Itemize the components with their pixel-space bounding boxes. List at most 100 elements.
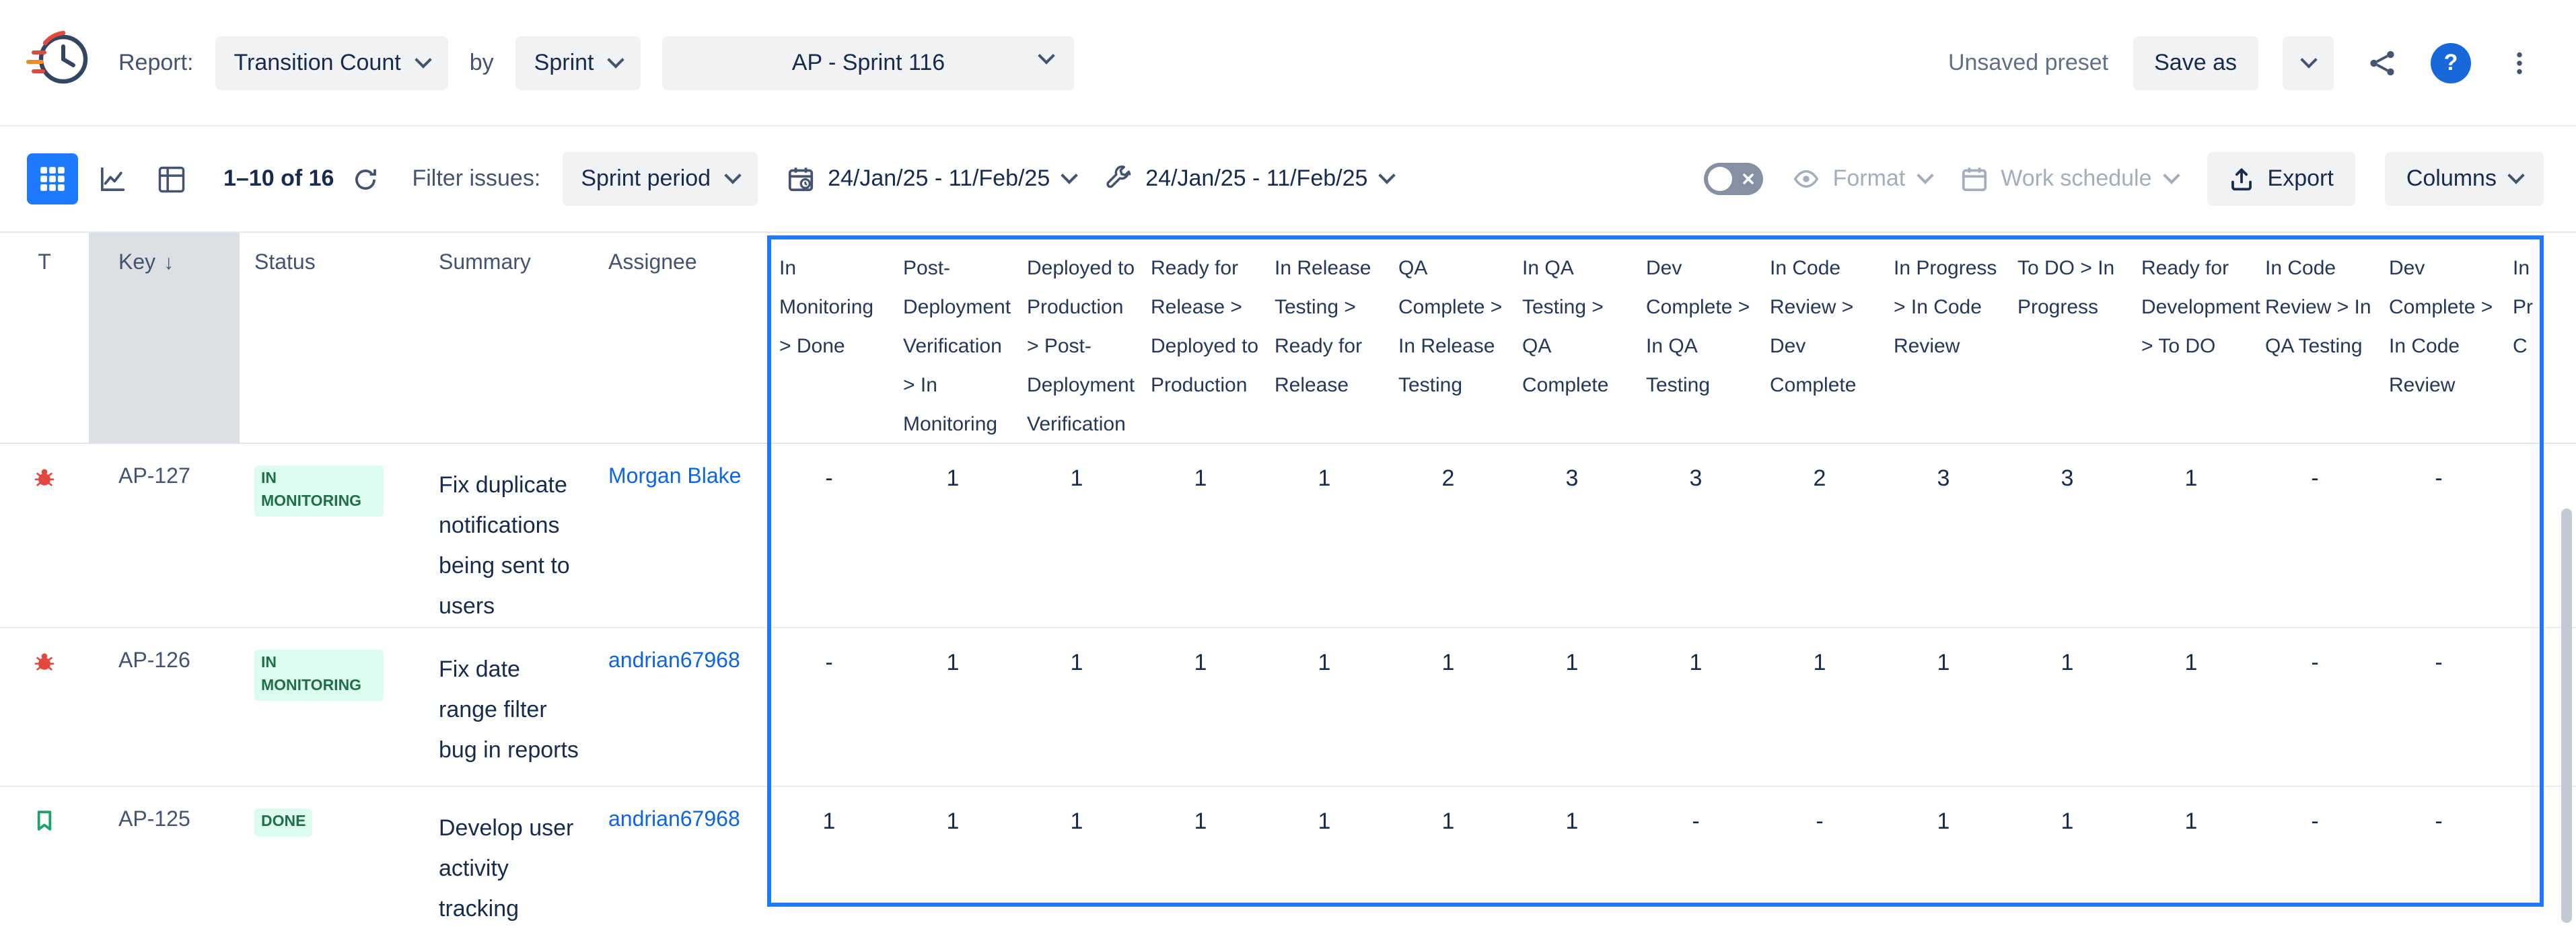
help-button[interactable]: ? [2431, 42, 2471, 83]
transition-column-header[interactable]: Dev Complete > In QA Testing [1634, 233, 1758, 443]
report-label: Report: [118, 49, 194, 76]
column-header-type[interactable]: T [0, 233, 89, 443]
transition-column-header[interactable]: To DO > In Progress [2005, 233, 2129, 443]
sprint-dates-dropdown[interactable]: 24/Jan/25 - 11/Feb/25 [787, 165, 1075, 192]
columns-button[interactable]: Columns [2385, 152, 2544, 206]
story-bookmark-icon [32, 809, 57, 833]
transition-column-header[interactable]: In Code Review > In QA Testing [2253, 233, 2377, 443]
column-header-key[interactable]: Key ↓ [89, 233, 240, 443]
chevron-down-icon [2163, 167, 2180, 184]
transition-column-header[interactable]: QA Complete > In Release Testing [1386, 233, 1510, 443]
transition-count-cell: 1 [1139, 628, 1262, 677]
column-header-assignee[interactable]: Assignee [600, 233, 767, 443]
format-dropdown[interactable]: Format [1793, 165, 1931, 192]
grid-icon [39, 165, 66, 192]
table-view-button[interactable] [27, 153, 78, 204]
transition-count-cell: 1 [2005, 787, 2129, 835]
sort-descending-icon: ↓ [164, 252, 174, 274]
column-header-status[interactable]: Status [240, 233, 439, 443]
chevron-down-icon [1038, 46, 1055, 63]
transition-count-cell: - [767, 444, 891, 492]
pivot-table-icon [157, 165, 185, 193]
filter-issues-label: Filter issues: [412, 165, 540, 192]
status-badge: DONE [254, 809, 312, 837]
export-button[interactable]: Export [2207, 152, 2355, 206]
format-label: Format [1833, 165, 1906, 192]
issue-summary: Fix duplicate notifications being sent t… [439, 444, 600, 627]
group-by-value: Sprint [534, 49, 594, 76]
transition-count-cell: 1 [1139, 787, 1262, 835]
color-toggle[interactable] [1704, 163, 1763, 195]
report-type-value: Transition Count [234, 49, 401, 76]
transition-count-cell: 1 [1262, 787, 1386, 835]
assignee-link[interactable]: Morgan Blake [600, 444, 767, 490]
transition-count-cell: 1 [1882, 628, 2005, 677]
transition-column-header-clipped[interactable]: In Pr C [2501, 233, 2544, 443]
save-as-menu-button[interactable] [2283, 36, 2334, 89]
transition-count-cell: 2 [1758, 444, 1882, 492]
transition-column-header[interactable]: Ready for Release > Deployed to Producti… [1139, 233, 1262, 443]
assignee-link[interactable]: andrian67968 [600, 787, 767, 833]
bug-icon [32, 465, 57, 490]
transition-column-header[interactable]: In QA Testing > QA Complete [1510, 233, 1634, 443]
period-dropdown[interactable]: Sprint period [562, 152, 758, 206]
transition-count-cell: 1 [1386, 787, 1510, 835]
line-chart-icon [98, 165, 126, 193]
transition-column-header[interactable]: Deployed to Production > Post-Deployment… [1015, 233, 1139, 443]
report-type-dropdown[interactable]: Transition Count [215, 36, 448, 89]
save-as-label: Save as [2154, 49, 2237, 76]
transition-count-cell: 1 [1386, 628, 1510, 677]
share-button[interactable] [2358, 38, 2406, 87]
transition-count-cell: 1 [2129, 628, 2253, 677]
transition-column-header[interactable]: In Release Testing > Ready for Release [1262, 233, 1386, 443]
refresh-button[interactable] [347, 161, 382, 196]
toolbar: 1–10 of 16 Filter issues: Sprint period … [0, 126, 2576, 231]
question-mark-icon: ? [2444, 49, 2458, 76]
work-dates-value: 24/Jan/25 - 11/Feb/25 [1145, 165, 1367, 192]
chevron-down-icon [1917, 167, 1933, 184]
save-as-button[interactable]: Save as [2133, 36, 2258, 89]
chart-view-button[interactable] [86, 153, 137, 204]
column-header-summary[interactable]: Summary [439, 233, 600, 443]
pagination-info: 1–10 of 16 [223, 165, 334, 192]
transition-column-header[interactable]: Post-Deployment Verification > In Monito… [891, 233, 1015, 443]
transition-count-cell: - [1634, 787, 1758, 835]
table-row: AP-127 IN MONITORING Fix duplicate notific… [0, 444, 2576, 628]
status-badge: IN MONITORING [254, 465, 384, 517]
pivot-view-button[interactable] [145, 153, 196, 204]
table-body: AP-127 IN MONITORING Fix duplicate notific… [0, 444, 2576, 939]
transition-count-cell: 1 [1882, 787, 2005, 835]
issue-key[interactable]: AP-126 [89, 628, 240, 674]
report-table: T Key ↓ Status Summary Assignee In Monit… [0, 231, 2576, 939]
transition-column-header[interactable]: In Code Review > Dev Complete [1758, 233, 1882, 443]
transition-column-header[interactable]: In Progress > In Code Review [1882, 233, 2005, 443]
transition-count-cell: - [2253, 628, 2377, 677]
transition-column-header[interactable]: Dev Complete > In Code Review [2377, 233, 2501, 443]
transition-count-cell: - [2253, 444, 2377, 492]
kebab-menu-icon [2506, 49, 2533, 76]
transition-column-header[interactable]: Ready for Development > To DO [2129, 233, 2253, 443]
transition-count-cell: 1 [1015, 444, 1139, 492]
chevron-down-icon [1061, 167, 1078, 184]
transition-count-cell: 1 [1015, 628, 1139, 677]
issue-type-cell [0, 628, 89, 674]
toggle-off-x-icon [1742, 172, 1755, 186]
export-icon [2229, 166, 2254, 192]
group-by-dropdown[interactable]: Sprint [515, 36, 641, 89]
sprint-select-dropdown[interactable]: AP - Sprint 116 [663, 36, 1075, 89]
issue-key[interactable]: AP-125 [89, 787, 240, 833]
transition-count-cell: - [1758, 787, 1882, 835]
work-dates-dropdown[interactable]: 24/Jan/25 - 11/Feb/25 [1105, 165, 1393, 192]
issue-key[interactable]: AP-127 [89, 444, 240, 490]
transition-count-cell: 1 [2129, 787, 2253, 835]
more-menu-button[interactable] [2495, 38, 2544, 87]
transition-count-cell: - [2253, 787, 2377, 835]
assignee-link[interactable]: andrian67968 [600, 628, 767, 674]
work-schedule-label: Work schedule [2001, 165, 2151, 192]
transition-count-cell: 1 [1262, 444, 1386, 492]
transition-column-header[interactable]: In Monitoring > Done [767, 233, 891, 443]
transition-count-cell: - [2377, 787, 2501, 835]
export-label: Export [2268, 165, 2334, 192]
vertical-scrollbar[interactable] [2561, 509, 2572, 923]
work-schedule-dropdown[interactable]: Work schedule [1960, 165, 2177, 192]
